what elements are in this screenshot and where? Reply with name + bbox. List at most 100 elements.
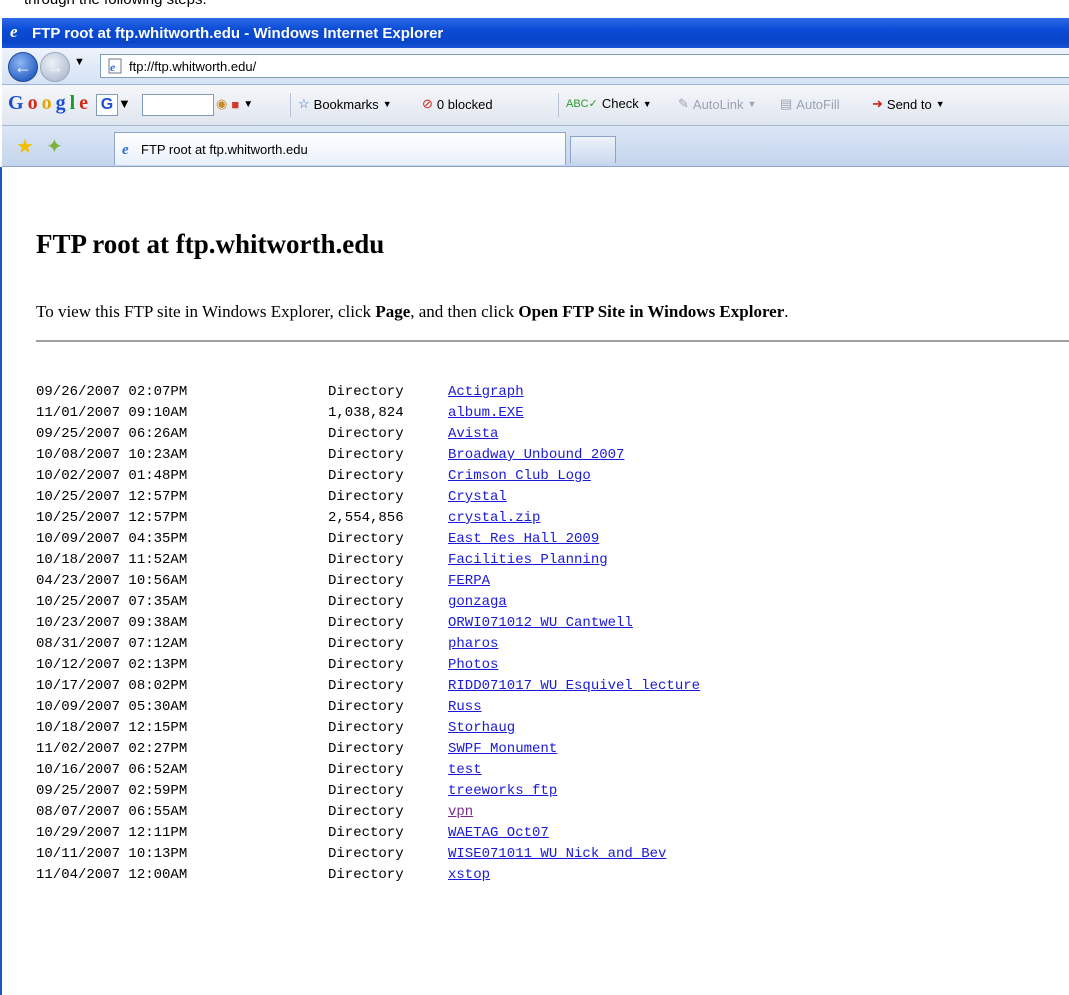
listing-row: 09/26/2007 02:07PM Directory Actigraph	[36, 382, 700, 403]
favorites-star-icon[interactable]: ★	[16, 134, 34, 159]
tab-ftp-root[interactable]: e FTP root at ftp.whitworth.edu	[114, 132, 566, 165]
google-logo[interactable]: Google	[8, 92, 88, 115]
listing-row: 10/25/2007 12:57PM 2,554,856 crystal.zip	[36, 508, 700, 529]
listing-link[interactable]: Photos	[448, 655, 498, 676]
autolink-button[interactable]: ✎ AutoLink ▼	[678, 96, 756, 112]
autolink-icon: ✎	[678, 96, 689, 111]
listing-link[interactable]: Russ	[448, 697, 482, 718]
listing-date: 10/11/2007 10:13PM	[36, 846, 188, 862]
page-content: FTP root at ftp.whitworth.edu To view th…	[0, 167, 1069, 995]
listing-link[interactable]: Storhaug	[448, 718, 515, 739]
listing-link[interactable]: WAETAG Oct07	[448, 823, 549, 844]
listing-size: Directory	[328, 825, 404, 841]
toolbar-separator	[558, 93, 559, 117]
listing-link[interactable]: Actigraph	[448, 382, 524, 403]
listing-link[interactable]: crystal.zip	[448, 508, 540, 529]
window-titlebar[interactable]: e FTP root at ftp.whitworth.edu - Window…	[2, 18, 1069, 48]
listing-link[interactable]: ORWI071012 WU Cantwell	[448, 613, 633, 634]
listing-row: 04/23/2007 10:56AM Directory FERPA	[36, 571, 700, 592]
puzzle-icon[interactable]: ■	[231, 97, 239, 112]
listing-date: 10/18/2007 11:52AM	[36, 552, 188, 568]
intro-mid: , and then click	[410, 302, 519, 321]
bookmarks-label: Bookmarks	[313, 96, 379, 112]
listing-date: 10/23/2007 09:38AM	[36, 615, 188, 631]
listing-row: 08/07/2007 06:55AM Directory vpn	[36, 802, 700, 823]
listing-size: Directory	[328, 762, 404, 778]
listing-link[interactable]: FERPA	[448, 571, 490, 592]
history-dropdown-icon[interactable]: ▼	[74, 56, 85, 68]
listing-link[interactable]: xstop	[448, 865, 490, 886]
listing-size: Directory	[328, 741, 404, 757]
listing-link[interactable]: treeworks ftp	[448, 781, 557, 802]
listing-date: 09/26/2007 02:07PM	[36, 384, 188, 400]
listing-link[interactable]: SWPF Monument	[448, 739, 557, 760]
page-icon: e	[107, 58, 123, 74]
tab-label: FTP root at ftp.whitworth.edu	[141, 141, 308, 157]
listing-size: Directory	[328, 678, 404, 694]
spellcheck-button[interactable]: ABC✓ Check ▼	[566, 96, 652, 111]
listing-row: 10/17/2007 08:02PM Directory RIDD071017 WU…	[36, 676, 700, 697]
listing-date: 10/09/2007 05:30AM	[36, 699, 188, 715]
address-bar[interactable]: e ftp://ftp.whitworth.edu/	[100, 54, 1069, 78]
bookmarks-button[interactable]: ☆ Bookmarks ▼	[298, 96, 392, 112]
autofill-button[interactable]: ▤ AutoFill	[780, 96, 840, 112]
ie-logo-icon: e	[8, 22, 26, 44]
ie-tab-icon: e	[121, 140, 137, 159]
listing-link[interactable]: Crimson Club Logo	[448, 466, 591, 487]
listing-size: Directory	[328, 594, 404, 610]
popup-blocker-button[interactable]: ⊘ 0 blocked	[422, 96, 493, 112]
listing-size: Directory	[328, 783, 404, 799]
listing-link[interactable]: album.EXE	[448, 403, 524, 424]
listing-link[interactable]: Avista	[448, 424, 498, 445]
listing-link[interactable]: WISE071011 WU Nick and Bev	[448, 844, 666, 865]
sendto-label: Send to	[886, 96, 932, 112]
listing-link[interactable]: RIDD071017 WU Esquivel lecture	[448, 676, 700, 697]
toolbar-separator	[290, 93, 291, 117]
listing-row: 11/04/2007 12:00AM Directory xstop	[36, 865, 700, 886]
search-dropdown-icon[interactable]: ▼	[118, 96, 131, 111]
listing-link[interactable]: Facilities Planning	[448, 550, 608, 571]
listing-link[interactable]: vpn	[448, 802, 473, 823]
add-favorites-icon[interactable]: ✦	[46, 134, 63, 159]
listing-row: 10/02/2007 01:48PM Directory Crimson Club …	[36, 466, 700, 487]
listing-link[interactable]: Broadway Unbound 2007	[448, 445, 624, 466]
back-button[interactable]: ←	[8, 52, 38, 82]
autofill-label: AutoFill	[796, 96, 840, 112]
listing-date: 10/25/2007 12:57PM	[36, 489, 188, 505]
listing-date: 10/02/2007 01:48PM	[36, 468, 188, 484]
document-caption-fragment: through the following steps.	[0, 0, 1069, 18]
listing-row: 10/09/2007 05:30AM Directory Russ	[36, 697, 700, 718]
navigation-bar: ← → ▼ e ftp://ftp.whitworth.edu/	[2, 48, 1069, 85]
sendto-button[interactable]: ➜ Send to ▼	[872, 96, 945, 112]
toolbar-tool-icons[interactable]: ◉ ■ ▼	[216, 96, 253, 112]
listing-row: 10/25/2007 12:57PM Directory Crystal	[36, 487, 700, 508]
listing-link[interactable]: pharos	[448, 634, 498, 655]
listing-date: 10/09/2007 04:35PM	[36, 531, 188, 547]
listing-row: 11/02/2007 02:27PM Directory SWPF Monument	[36, 739, 700, 760]
listing-size: 1,038,824	[328, 405, 404, 421]
intro-end: .	[784, 302, 789, 321]
autolink-label: AutoLink	[692, 96, 744, 112]
highlight-icon[interactable]: ◉	[216, 96, 227, 112]
google-search-button[interactable]: G	[96, 94, 118, 116]
back-arrow-icon: ←	[14, 56, 32, 77]
listing-row: 10/25/2007 07:35AM Directory gonzaga	[36, 592, 700, 613]
listing-link[interactable]: test	[448, 760, 482, 781]
listing-row: 10/18/2007 11:52AM Directory Facilities Pl…	[36, 550, 700, 571]
listing-date: 10/12/2007 02:13PM	[36, 657, 188, 673]
google-toolbar: Google G ▼ ◉ ■ ▼ ☆ Bookmarks ▼ ⊘ 0 block…	[2, 85, 1069, 126]
new-tab-button[interactable]	[570, 136, 616, 163]
listing-date: 10/25/2007 12:57PM	[36, 510, 188, 526]
listing-row: 10/11/2007 10:13PM Directory WISE071011 WU…	[36, 844, 700, 865]
intro-pre: To view this FTP site in Windows Explore…	[36, 302, 376, 321]
listing-date: 10/08/2007 10:23AM	[36, 447, 188, 463]
options-dropdown-icon[interactable]: ▼	[243, 99, 253, 110]
listing-size: Directory	[328, 720, 404, 736]
listing-link[interactable]: Crystal	[448, 487, 507, 508]
listing-link[interactable]: East Res Hall 2009	[448, 529, 599, 550]
listing-link[interactable]: gonzaga	[448, 592, 507, 613]
forward-button[interactable]: →	[40, 52, 70, 82]
google-search-input[interactable]	[142, 94, 214, 116]
listing-size: Directory	[328, 615, 404, 631]
popup-blocked-icon: ⊘	[422, 96, 433, 111]
